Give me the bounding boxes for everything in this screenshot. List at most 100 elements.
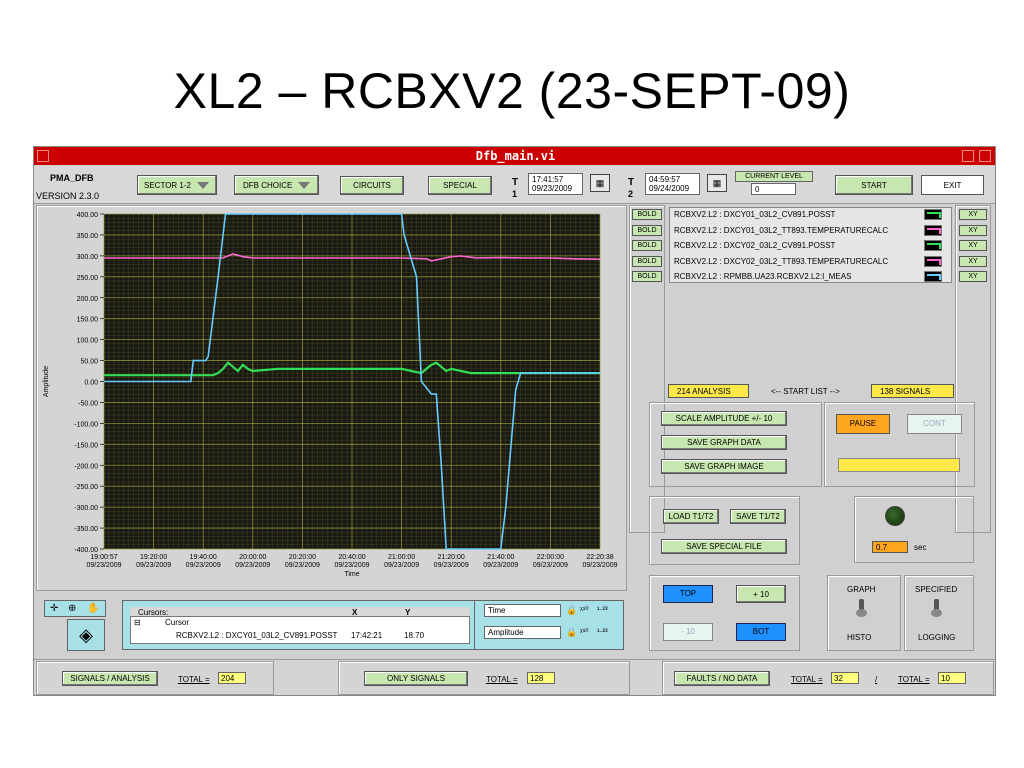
window-menu-icon[interactable] (37, 150, 49, 162)
special-button[interactable]: SPECIAL (428, 176, 492, 195)
delay-field[interactable]: 0.7 (872, 541, 908, 553)
t1-timestamp-field[interactable]: 17:41:57 09/23/2009 (528, 173, 583, 195)
total-value-1: 204 (218, 672, 246, 684)
y-tick-label: 0.00 (84, 380, 98, 387)
x-tick-time: 21:40:00 (487, 554, 514, 561)
x-tick-time: 19:40:00 (190, 554, 217, 561)
signal-count: 138 SIGNALS (871, 384, 954, 398)
y-tick-label: -200.00 (74, 463, 98, 470)
top-button[interactable]: TOP (663, 585, 713, 603)
signal-color-swatch[interactable] (924, 240, 942, 251)
y-tick-label: 400.00 (77, 212, 99, 219)
axis-format-icon[interactable]: ᵡ¹⁰ (580, 605, 589, 614)
xy-button[interactable]: XY (959, 240, 987, 251)
only-signals-button[interactable]: ONLY SIGNALS (364, 671, 468, 686)
t1-sub: 1 (512, 189, 518, 199)
bold-button[interactable]: BOLD (632, 271, 662, 282)
t2-time: 04:59:57 (649, 175, 681, 184)
bold-button[interactable]: BOLD (632, 255, 662, 267)
cursor-move-icon[interactable]: ◈ (67, 619, 105, 651)
status-field (838, 458, 960, 472)
x-tick-date: 09/23/2009 (285, 562, 320, 569)
cursor-col-y: Y (405, 608, 411, 617)
minus-10-button[interactable]: - 10 (663, 623, 713, 641)
x-tick-time: 21:00:00 (388, 554, 415, 561)
t2-calendar-icon[interactable]: ▦ (707, 174, 727, 192)
signal-name[interactable]: RCBXV2.L2 : RPMBB.UA23.RCBXV2.L2:I_MEAS (674, 270, 954, 284)
cont-button[interactable]: CONT (907, 414, 962, 434)
signal-color-swatch[interactable] (924, 255, 942, 267)
pan-hand-icon[interactable]: ✋ (87, 603, 99, 614)
cursors-header: Cursors: (138, 608, 169, 617)
amplitude-time-chart[interactable]: 400.00 350.00 300.00 250.00 200.00 150.00 100.… (36, 205, 627, 591)
x-tick-date: 09/23/2009 (334, 562, 369, 569)
bold-button[interactable]: BOLD (632, 224, 662, 236)
graph-tools-palette: ✛ ⊕ ✋ (44, 600, 106, 617)
bold-button[interactable]: BOLD (632, 240, 662, 251)
signal-name[interactable]: RCBXV2.L2 : DXCY02_03L2_TT893.TEMPERATUR… (674, 255, 954, 269)
t2-timestamp-field[interactable]: 04:59:57 09/24/2009 (645, 173, 700, 195)
plus-10-button[interactable]: + 10 (736, 585, 786, 603)
maximize-icon[interactable] (979, 150, 991, 162)
circuits-button[interactable]: CIRCUITS (340, 176, 404, 195)
sector-select[interactable]: SECTOR 1-2 (137, 175, 217, 195)
x-tick-date: 09/23/2009 (483, 562, 518, 569)
signal-name[interactable]: RCBXV2.L2 : DXCY01_03L2_CV891.POSST (674, 208, 954, 222)
x-tick-date: 09/23/2009 (186, 562, 221, 569)
signal-color-swatch[interactable] (924, 209, 942, 220)
axis-lock-icon[interactable]: 🔒 (566, 605, 577, 616)
total-value-2: 128 (527, 672, 555, 684)
y-tick-label: -300.00 (74, 505, 98, 512)
signal-color-swatch[interactable] (924, 224, 942, 236)
axis-precision-icon[interactable]: ¹·²³ (597, 627, 608, 636)
start-button[interactable]: START (835, 175, 913, 195)
signal-color-swatch[interactable] (924, 271, 942, 282)
signal-name[interactable]: RCBXV2.L2 : DXCY01_03L2_TT893.TEMPERATUR… (674, 224, 954, 238)
t1-calendar-icon[interactable]: ▦ (590, 174, 610, 192)
xy-button[interactable]: XY (959, 255, 987, 267)
y-tick-label: 100.00 (77, 338, 99, 345)
logging-toggle[interactable] (930, 599, 944, 617)
axis-precision-icon[interactable]: ¹·²³ (597, 605, 608, 614)
y-tick-label: 200.00 (77, 296, 99, 303)
bot-button[interactable]: BOT (736, 623, 786, 641)
signals-analysis-button[interactable]: SIGNALS / ANALYSIS (62, 671, 158, 686)
t2-sub: 2 (628, 189, 634, 199)
axis-lock-icon[interactable]: 🔒 (566, 627, 577, 638)
crosshair-icon[interactable]: ✛ (50, 603, 58, 614)
time-axis-field[interactable]: Time (484, 604, 561, 617)
x-tick-time: 22:00:00 (537, 554, 564, 561)
y-tick-label: -350.00 (74, 526, 98, 533)
save-graph-image-button[interactable]: SAVE GRAPH IMAGE (661, 459, 787, 474)
save-t1t2-button[interactable]: SAVE T1/T2 (730, 509, 786, 524)
xy-button[interactable]: XY (959, 209, 987, 220)
total-label-2: TOTAL = (486, 675, 518, 684)
zoom-icon[interactable]: ⊕ (68, 603, 76, 614)
save-graph-data-button[interactable]: SAVE GRAPH DATA (661, 435, 787, 450)
current-level-field[interactable]: 0 (751, 183, 796, 195)
save-special-file-button[interactable]: SAVE SPECIAL FILE (661, 539, 787, 554)
minimize-icon[interactable] (962, 150, 974, 162)
load-t1t2-button[interactable]: LOAD T1/T2 (663, 509, 719, 524)
t1t2-panel (649, 496, 800, 565)
y-tick-label: 350.00 (77, 233, 99, 240)
y-tick-label: -150.00 (74, 442, 98, 449)
dfb-choice-select[interactable]: DFB CHOICE (234, 175, 319, 195)
axis-format-icon[interactable]: ᵡ¹⁰ (580, 627, 589, 636)
xy-button[interactable]: XY (959, 271, 987, 282)
tree-collapse-icon[interactable]: ⊟ (134, 618, 141, 627)
amplitude-axis-field[interactable]: Amplitude (484, 626, 561, 639)
y-tick-label: 250.00 (77, 275, 99, 282)
signal-name[interactable]: RCBXV2.L2 : DXCY02_03L2_CV891.POSST (674, 239, 954, 253)
xy-button[interactable]: XY (959, 224, 987, 236)
exit-button[interactable]: EXIT (921, 175, 984, 195)
x-tick-time: 20:00:00 (239, 554, 266, 561)
faults-no-data-button[interactable]: FAULTS / NO DATA (674, 671, 770, 686)
scale-amplitude-button[interactable]: SCALE AMPLITUDE +/- 10 (661, 411, 787, 426)
current-level-label: CURRENT LEVEL (735, 171, 813, 182)
bold-button[interactable]: BOLD (632, 209, 662, 220)
t1-time: 17:41:57 (532, 175, 564, 184)
vi-window: Dfb_main.vi PMA_DFB VERSION 2.3.0 SECTOR… (33, 146, 996, 696)
pause-button[interactable]: PAUSE (836, 414, 890, 434)
graph-histo-toggle[interactable] (855, 599, 869, 617)
